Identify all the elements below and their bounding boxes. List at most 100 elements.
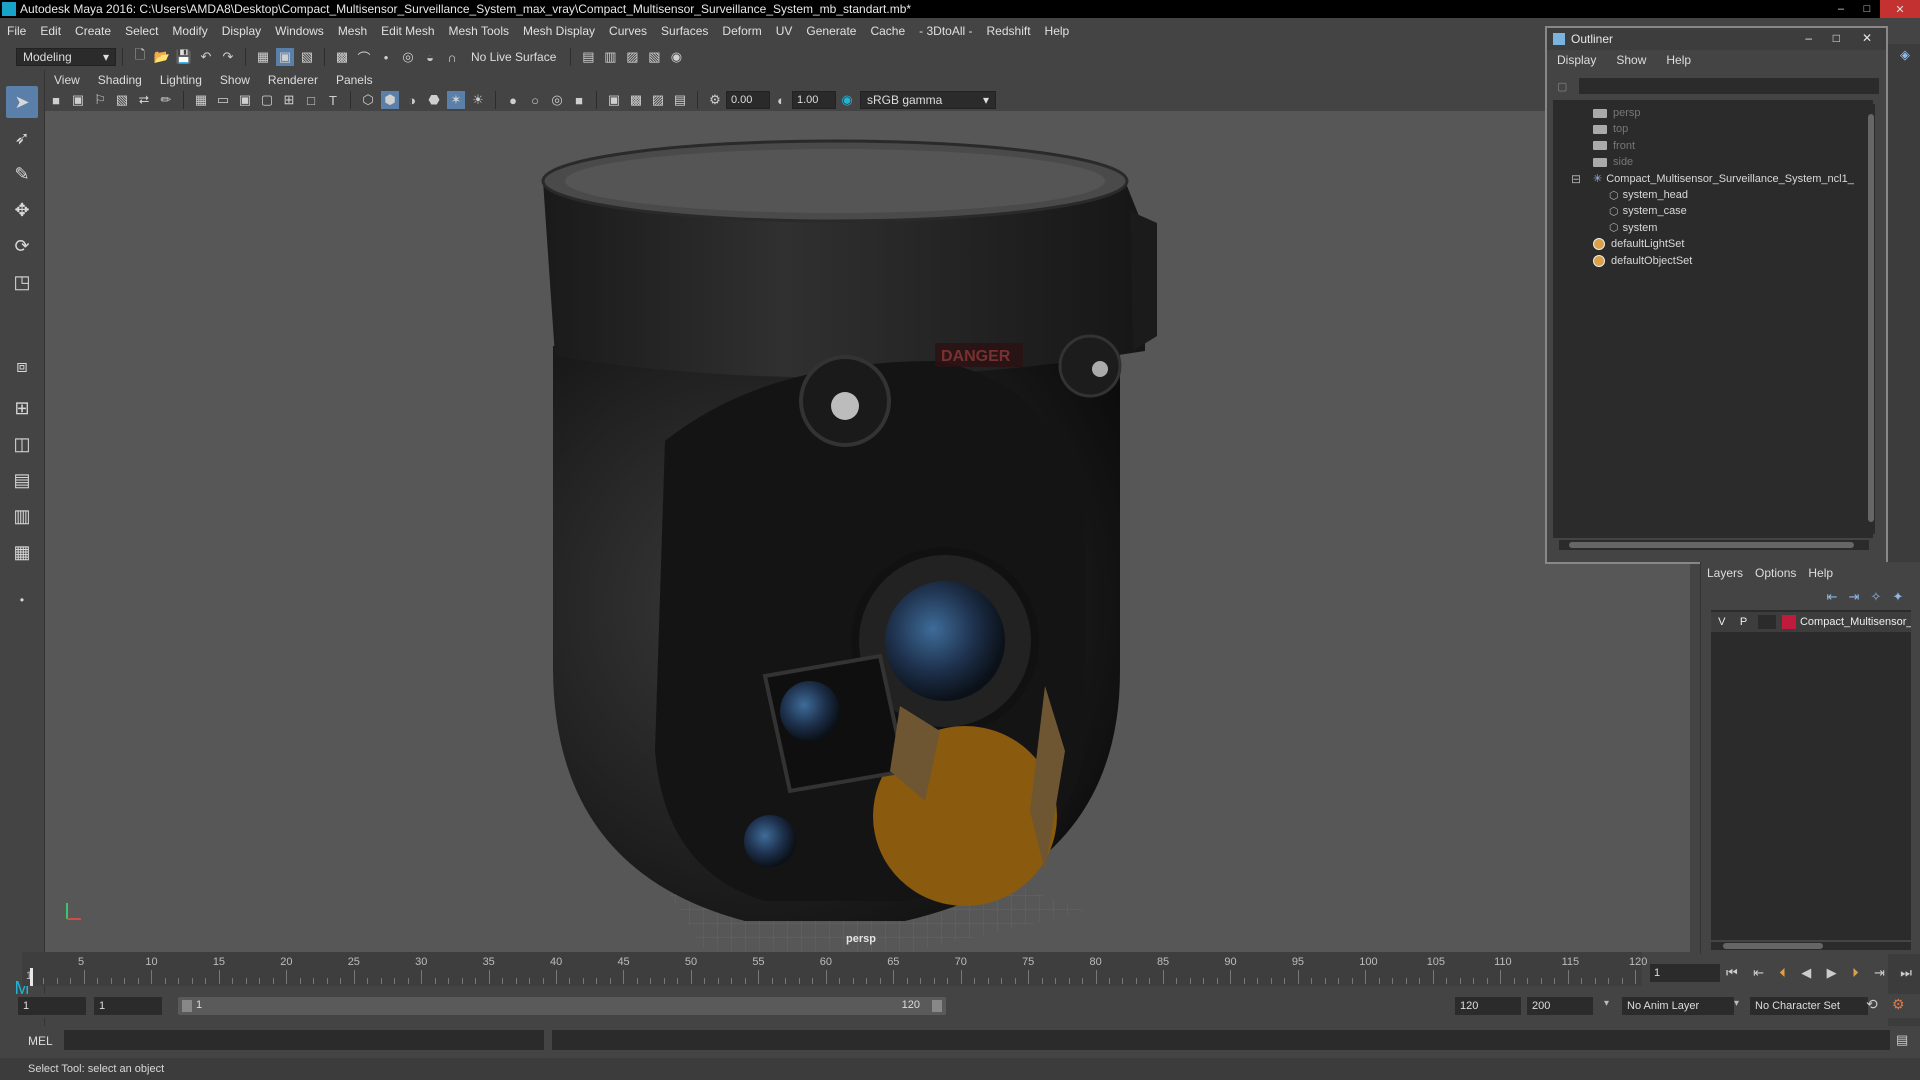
move-layer-down-icon[interactable]: ⇥ — [1845, 588, 1863, 606]
outliner-menu-item[interactable]: Help — [1656, 53, 1701, 67]
step-forward-frame-icon[interactable]: ⏵ — [1852, 965, 1859, 981]
menu-item[interactable]: Create — [68, 24, 118, 38]
filter-icon[interactable]: ▢ — [1557, 80, 1567, 93]
grid-toggle-icon[interactable]: ▦ — [192, 91, 210, 109]
snap-grid-icon[interactable]: ▩ — [333, 48, 351, 66]
auto-key-icon[interactable]: ⟲ — [1866, 996, 1878, 1013]
menu-item[interactable]: - 3DtoAll - — [912, 24, 979, 38]
outliner-item[interactable]: defaultObjectSet — [1593, 252, 1692, 270]
menu-item[interactable]: Windows — [268, 24, 331, 38]
panel-menu-item[interactable]: Renderer — [259, 73, 327, 87]
new-scene-icon[interactable]: 🗋 — [131, 47, 149, 66]
current-time-marker[interactable] — [30, 968, 33, 986]
ipr-render-icon[interactable]: ▨ — [623, 48, 641, 66]
paint-select-tool-icon[interactable]: ✎ — [6, 158, 38, 190]
rotate-tool-icon[interactable]: ⟳ — [6, 230, 38, 262]
image-plane-icon[interactable]: ▧ — [113, 91, 131, 109]
outliner-maximize-button[interactable]: □ — [1833, 31, 1840, 45]
play-backward-icon[interactable]: ◀ — [1801, 965, 1811, 981]
new-layer-icon[interactable]: ✧ — [1867, 588, 1885, 606]
end-time-field[interactable]: 200 — [1527, 997, 1593, 1015]
layer-visibility-toggle[interactable]: V — [1711, 616, 1733, 628]
layout-more-icon[interactable]: • — [6, 584, 38, 616]
play-forward-icon[interactable]: ▶ — [1827, 965, 1837, 981]
go-to-end-icon[interactable]: ⏭ — [1900, 965, 1912, 981]
layer-menu-item[interactable]: Help — [1802, 566, 1839, 580]
render-frame-icon[interactable]: ▥ — [601, 48, 619, 66]
outliner-item[interactable]: ⬡ system_case — [1609, 202, 1687, 220]
snap-point-icon[interactable]: • — [377, 48, 395, 66]
range-slider[interactable]: 1 120 — [178, 997, 946, 1015]
menu-item[interactable]: Mesh Tools — [442, 24, 516, 38]
multisample-aa-icon[interactable]: ◎ — [548, 91, 566, 109]
resolution-gate-icon[interactable]: ▣ — [236, 91, 254, 109]
outliner-item[interactable]: ⬡ system — [1609, 219, 1657, 237]
shadows-icon[interactable]: ☀ — [469, 91, 487, 109]
go-to-start-icon[interactable]: ⏮ — [1726, 965, 1738, 981]
menu-item[interactable]: Help — [1038, 24, 1077, 38]
xray-joints-icon[interactable]: ▨ — [649, 91, 667, 109]
magnet-icon[interactable]: ∩ — [443, 48, 461, 66]
command-language-label[interactable]: MEL — [28, 1034, 53, 1048]
save-scene-icon[interactable]: 💾 — [175, 48, 193, 66]
command-input[interactable] — [64, 1030, 544, 1050]
snap-curve-icon[interactable]: ⌒ — [355, 48, 373, 66]
field-chart-icon[interactable]: ⊞ — [280, 91, 298, 109]
layer-display-type[interactable] — [1758, 615, 1777, 629]
layer-color-swatch[interactable] — [1782, 615, 1796, 629]
outliner-item[interactable]: defaultLightSet — [1593, 235, 1684, 253]
layer-menu-item[interactable]: Layers — [1701, 566, 1749, 580]
2d-pan-zoom-icon[interactable]: ⮂ — [135, 91, 153, 109]
motion-blur-icon[interactable]: ○ — [526, 91, 544, 109]
outliner-item[interactable]: ⬡ system_head — [1609, 186, 1688, 204]
camera-attributes-icon[interactable]: ▣ — [69, 91, 87, 109]
bookmark-icon[interactable]: ⚐ — [91, 91, 109, 109]
outliner-menu-item[interactable]: Display — [1547, 53, 1606, 67]
exposure-icon[interactable]: ⚙ — [706, 91, 724, 109]
default-light-icon[interactable]: ◑ — [403, 91, 421, 109]
snap-view-icon[interactable]: ◎ — [399, 48, 417, 66]
menu-item[interactable]: Mesh — [331, 24, 374, 38]
time-slider[interactable]: 1510152025303540455055606570758085909510… — [22, 952, 1647, 986]
textured-icon[interactable]: ⬣ — [425, 91, 443, 109]
open-scene-icon[interactable]: 📂 — [153, 48, 171, 66]
view-transform-dropdown[interactable]: sRGB gamma ▾ — [860, 91, 996, 109]
menu-item[interactable]: Deform — [715, 24, 768, 38]
isolate-select-icon[interactable]: ▣ — [605, 91, 623, 109]
undo-icon[interactable]: ↶ — [197, 48, 215, 66]
playback-start-field[interactable]: 1 — [94, 997, 162, 1015]
preferences-icon[interactable]: ⚙ — [1892, 996, 1905, 1013]
outliner-close-button[interactable]: ✕ — [1862, 31, 1872, 45]
gamma-icon[interactable]: ◐ — [772, 91, 790, 109]
panel-menu-item[interactable]: Panels — [327, 73, 382, 87]
layout-persp-outliner-icon[interactable]: ▤ — [6, 464, 38, 496]
chevron-down-icon[interactable]: ▾ — [1604, 998, 1609, 1009]
new-layer-selected-icon[interactable]: ✦ — [1889, 588, 1907, 606]
menu-item[interactable]: Surfaces — [654, 24, 715, 38]
outliner-item[interactable]: ⊟ ✳ Compact_Multisensor_Surveillance_Syste… — [1571, 170, 1854, 188]
select-hierarchy-icon[interactable]: ▦ — [254, 48, 272, 66]
outliner-item[interactable]: side — [1593, 153, 1633, 171]
scale-tool-icon[interactable]: ◳ — [6, 266, 38, 298]
range-start-handle[interactable] — [182, 1000, 192, 1012]
panel-menu-item[interactable]: View — [45, 73, 89, 87]
panel-menu-item[interactable]: Shading — [89, 73, 151, 87]
menu-set-dropdown[interactable]: Modeling ▾ — [16, 48, 116, 66]
step-back-key-icon[interactable]: ⇤ — [1753, 965, 1764, 981]
range-end-handle[interactable] — [932, 1000, 942, 1012]
step-back-frame-icon[interactable]: ⏴ — [1779, 965, 1786, 981]
menu-item[interactable]: Edit Mesh — [374, 24, 441, 38]
render-settings-icon[interactable]: ▤ — [579, 48, 597, 66]
xray-components-icon[interactable]: ▤ — [671, 91, 689, 109]
script-editor-icon[interactable]: ▤ — [1896, 1032, 1908, 1048]
playback-end-field[interactable]: 120 — [1455, 997, 1521, 1015]
minimize-button[interactable]: – — [1828, 0, 1854, 18]
menu-item[interactable]: Generate — [799, 24, 863, 38]
outliner-minimize-button[interactable]: – — [1805, 31, 1812, 45]
select-tool-icon[interactable]: ➤ — [6, 86, 38, 118]
start-time-field[interactable]: 1 — [18, 997, 86, 1015]
collapse-icon[interactable]: ⊟ — [1571, 172, 1581, 186]
lasso-tool-icon[interactable]: ➶ — [6, 122, 38, 154]
menu-item[interactable]: Edit — [33, 24, 68, 38]
outliner-vertical-scrollbar[interactable] — [1867, 104, 1875, 534]
